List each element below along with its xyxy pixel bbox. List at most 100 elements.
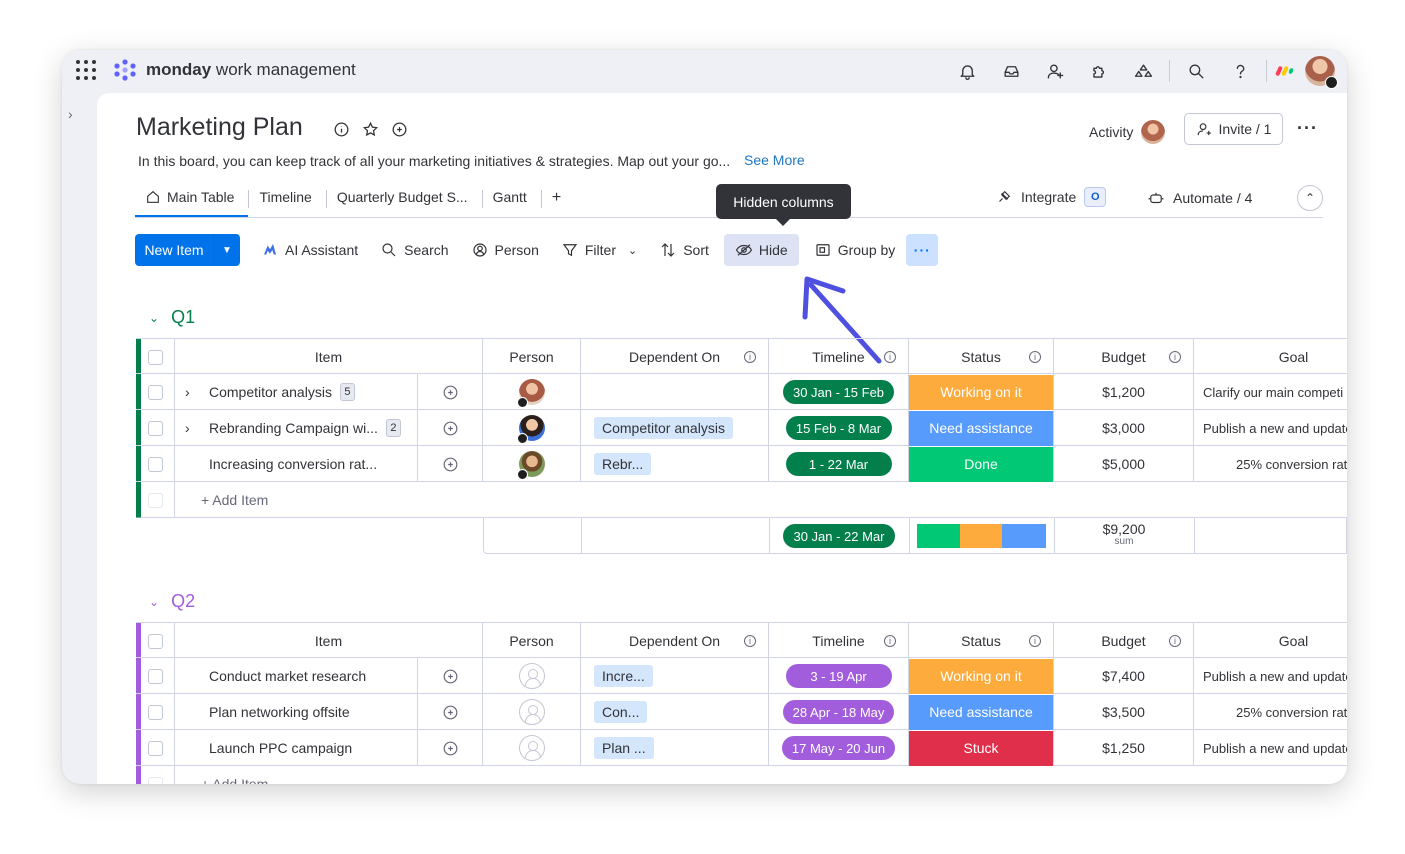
cell-budget[interactable]: $3,000 <box>1054 410 1194 446</box>
cell-cb[interactable] <box>136 730 175 766</box>
tab-main-table[interactable]: Main Table <box>135 179 249 217</box>
row-checkbox[interactable] <box>147 704 163 720</box>
add-update-icon[interactable] <box>441 739 460 758</box>
goal-text[interactable]: Clarify our main competi <box>1203 385 1343 400</box>
status-label[interactable]: Working on it <box>909 374 1053 410</box>
cell-comment[interactable] <box>418 694 483 730</box>
cell-comment[interactable] <box>418 374 483 410</box>
timeline-chip[interactable]: 30 Jan - 15 Feb <box>782 380 895 404</box>
add-update-icon[interactable] <box>441 455 460 474</box>
row-checkbox[interactable] <box>147 456 163 472</box>
cell-timeline[interactable]: 30 Jan - 15 Feb <box>769 374 909 410</box>
cell-cb[interactable] <box>136 766 175 784</box>
user-avatar[interactable] <box>1305 56 1338 89</box>
budget-value[interactable]: $7,400 <box>1102 668 1145 684</box>
invite-button[interactable]: Invite / 1 <box>1184 113 1283 145</box>
budget-value[interactable]: $3,500 <box>1102 704 1145 720</box>
timeline-chip[interactable]: 15 Feb - 8 Mar <box>785 416 892 440</box>
cell-person[interactable] <box>483 730 581 766</box>
cell-timeline[interactable]: 17 May - 20 Jun <box>769 730 909 766</box>
subitems-count[interactable]: 5 <box>339 383 355 401</box>
chevron-down-icon[interactable]: ⌄ <box>628 244 637 257</box>
column-header-label[interactable]: Budget <box>1101 633 1145 649</box>
column-header-label[interactable]: Person <box>509 633 553 649</box>
group-title[interactable]: Q2 <box>171 591 195 612</box>
column-header-label[interactable]: Timeline <box>812 633 864 649</box>
info-icon[interactable] <box>332 120 351 139</box>
star-icon[interactable] <box>361 120 380 139</box>
chevron-down-icon[interactable]: ▼ <box>213 234 240 266</box>
collapse-header-icon[interactable]: ⌃ <box>1297 185 1323 211</box>
cell-cb[interactable] <box>136 374 175 410</box>
tab-gantt[interactable]: Gantt <box>483 179 541 217</box>
select-all-checkbox[interactable] <box>147 633 163 649</box>
status-label[interactable]: Stuck <box>909 730 1053 766</box>
row-checkbox[interactable] <box>147 420 163 436</box>
add-update-icon[interactable] <box>441 667 460 686</box>
cell-timeline[interactable]: 1 - 22 Mar <box>769 446 909 482</box>
monday-brand-icon[interactable] <box>1271 61 1299 81</box>
cell-budget[interactable]: $1,250 <box>1054 730 1194 766</box>
info-icon[interactable]: i <box>1169 635 1181 647</box>
logo[interactable]: monday work management <box>112 58 356 82</box>
cell-person[interactable] <box>483 374 581 410</box>
add-update-icon[interactable] <box>441 419 460 438</box>
empty-person-icon[interactable] <box>518 663 545 689</box>
column-header-label[interactable]: Item <box>315 633 342 649</box>
group-header-q2[interactable]: ⌄ Q2 <box>149 591 195 612</box>
dependency-chip[interactable]: Competitor analysis <box>594 417 733 439</box>
info-icon[interactable]: i <box>1029 351 1041 363</box>
person-avatar[interactable] <box>516 415 545 444</box>
row-checkbox[interactable] <box>147 384 163 400</box>
invite-members-icon[interactable] <box>1033 50 1077 92</box>
status-distribution-segment[interactable] <box>959 524 1003 548</box>
cell-cb[interactable] <box>136 339 175 375</box>
cell-cb[interactable] <box>136 410 175 446</box>
row-checkbox[interactable] <box>147 740 163 756</box>
table-row[interactable]: Plan networking offsite Con... 28 Apr - 18… <box>136 694 1347 730</box>
cell-comment[interactable] <box>418 446 483 482</box>
hide-columns-button[interactable]: Hide <box>723 234 799 266</box>
chevron-down-icon[interactable]: ⌄ <box>149 595 159 609</box>
dependency-chip[interactable]: Con... <box>594 701 648 723</box>
select-all-checkbox[interactable] <box>147 349 163 365</box>
summary-timeline-chip[interactable]: 30 Jan - 22 Mar <box>783 524 895 548</box>
add-view-button[interactable]: + <box>542 179 575 217</box>
cell-person[interactable] <box>483 658 581 694</box>
table-row[interactable]: Launch PPC campaign Plan ... 17 May - 20 J… <box>136 730 1347 766</box>
info-icon[interactable]: i <box>884 351 896 363</box>
ai-assistant-button[interactable]: AI Assistant <box>250 234 369 266</box>
column-header-label[interactable]: Dependent On <box>629 349 720 365</box>
info-icon[interactable]: i <box>884 635 896 647</box>
cell-item[interactable]: Increasing conversion rat... <box>175 446 418 482</box>
empty-person-icon[interactable] <box>518 735 545 761</box>
cell-cb[interactable] <box>136 658 175 694</box>
table-row[interactable]: › Competitor analysis 5 30 Jan - 15 Feb Work… <box>136 374 1347 410</box>
item-name[interactable]: Increasing conversion rat... <box>209 456 377 472</box>
column-header-label[interactable]: Status <box>961 349 1001 365</box>
search-button[interactable]: Search <box>369 234 459 266</box>
add-item-row[interactable]: + Add Item <box>136 766 1347 784</box>
cell-budget[interactable]: $5,000 <box>1054 446 1194 482</box>
apps-grid-icon[interactable] <box>76 60 96 80</box>
status-distribution-segment[interactable] <box>1002 524 1046 548</box>
cell-timeline[interactable]: 28 Apr - 18 May <box>769 694 909 730</box>
cell-dep[interactable]: Plan ... <box>581 730 769 766</box>
cell-item[interactable]: Plan networking offsite <box>175 694 418 730</box>
teams-icon[interactable] <box>1121 50 1165 92</box>
board-title[interactable]: Marketing Plan <box>136 113 303 142</box>
cell-dep[interactable]: Competitor analysis <box>581 410 769 446</box>
help-icon[interactable] <box>1218 50 1262 92</box>
expand-sidebar-icon[interactable]: › <box>68 106 73 122</box>
budget-value[interactable]: $1,200 <box>1102 384 1145 400</box>
status-label[interactable]: Need assistance <box>909 410 1053 446</box>
column-header-label[interactable]: Item <box>315 349 342 365</box>
cell-item[interactable]: › Competitor analysis 5 <box>175 374 418 410</box>
cell-goal[interactable]: Publish a new and update <box>1194 410 1347 446</box>
add-item-cell[interactable]: + Add Item <box>175 766 1347 784</box>
item-name[interactable]: Launch PPC campaign <box>209 740 352 756</box>
person-avatar[interactable] <box>516 379 545 408</box>
cell-status[interactable]: Need assistance <box>909 694 1054 730</box>
cell-timeline[interactable]: 3 - 19 Apr <box>769 658 909 694</box>
goal-text[interactable]: 25% conversion rat <box>1236 457 1347 472</box>
